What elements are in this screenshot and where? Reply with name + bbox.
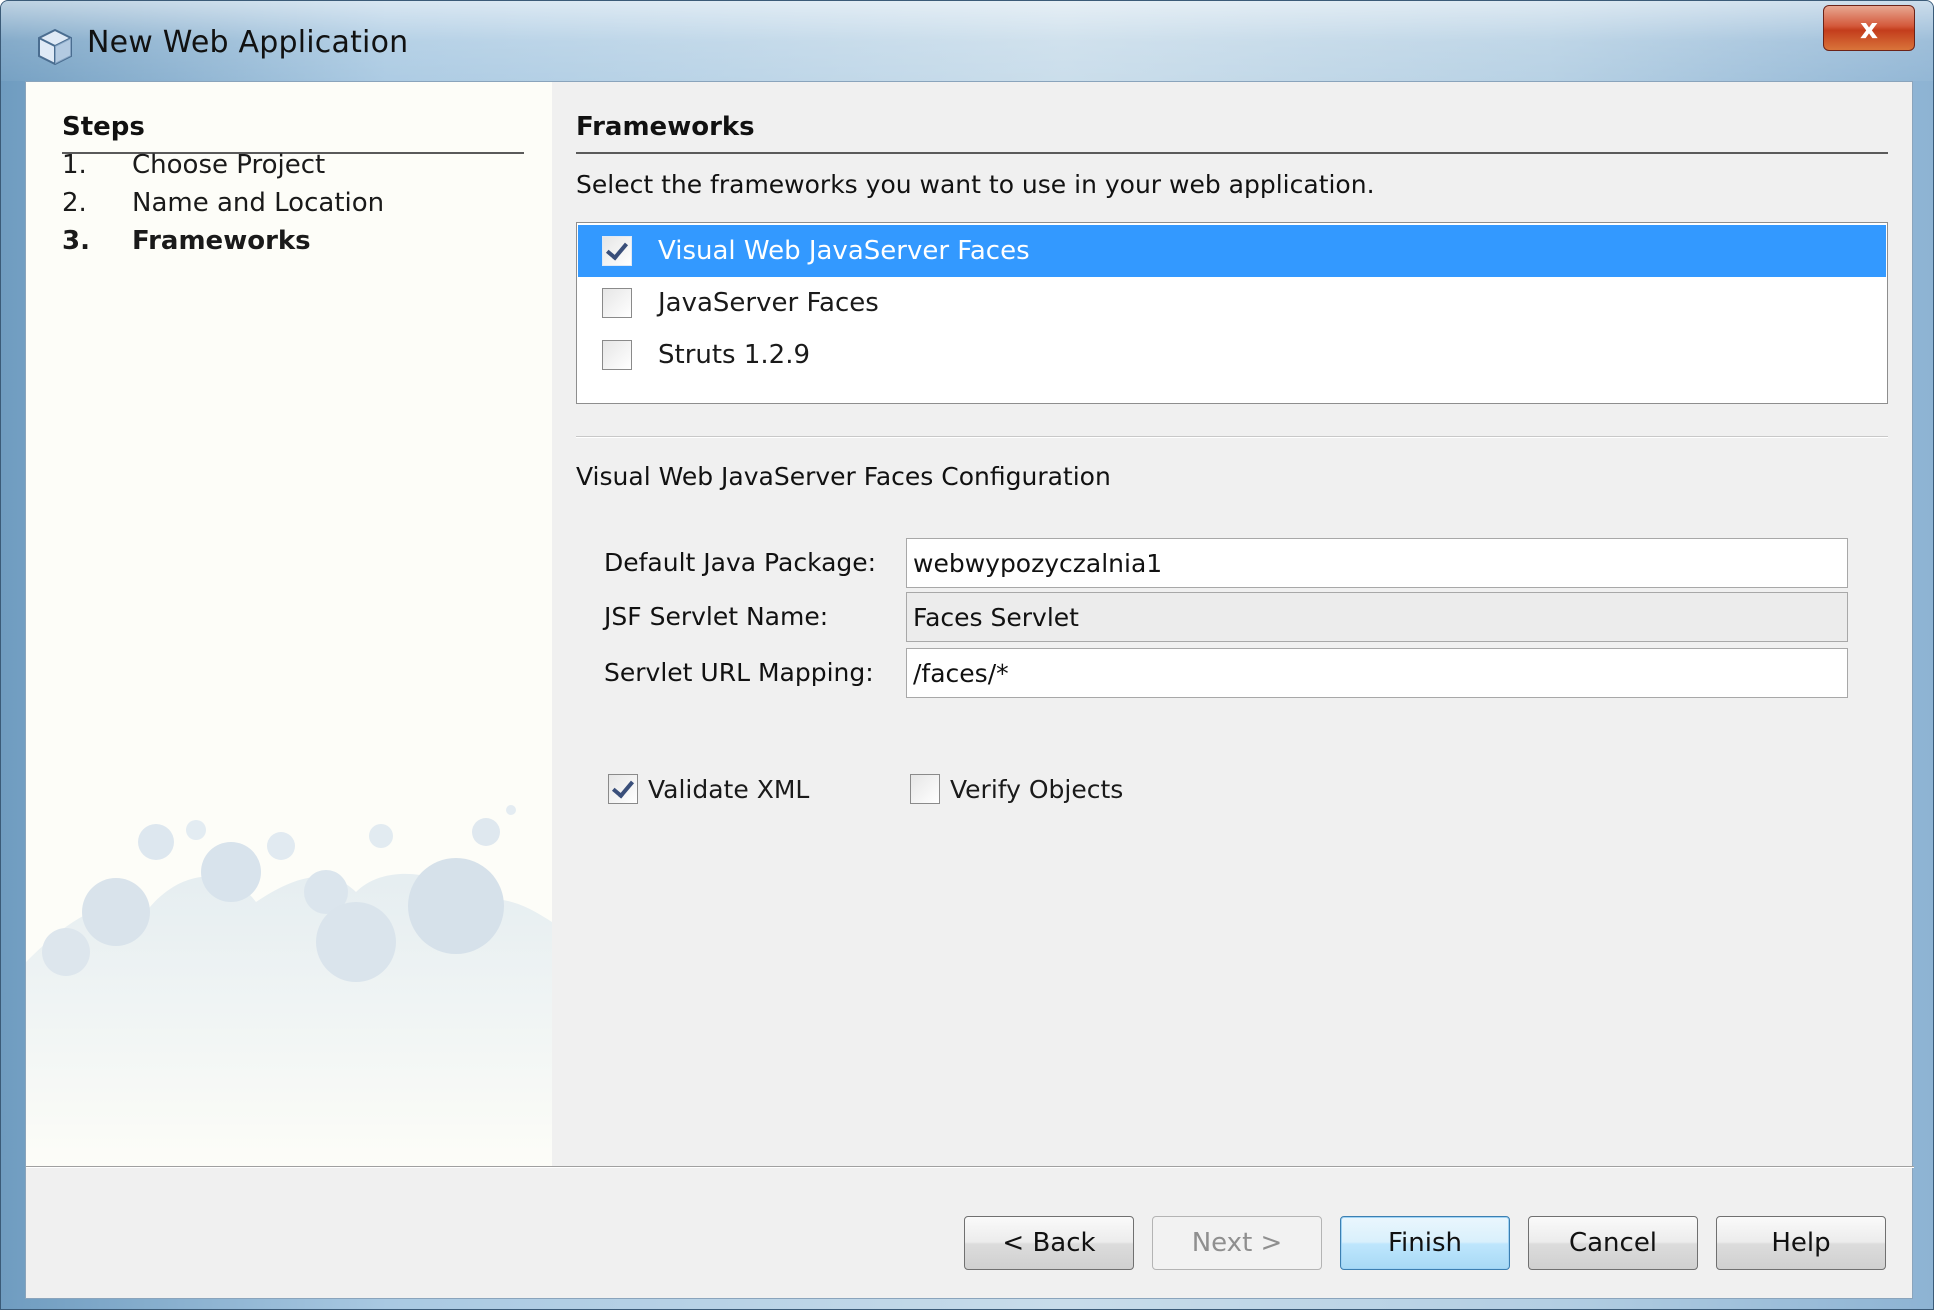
instructions-text: Select the frameworks you want to use in… [576, 170, 1375, 199]
finish-button[interactable]: Finish [1340, 1216, 1510, 1270]
default-package-input[interactable]: webwypozyczalnia1 [906, 538, 1848, 588]
step-label: Choose Project [132, 150, 326, 180]
step-name-and-location: 2. Name and Location [62, 188, 542, 228]
steps-title: Steps [62, 112, 145, 142]
checkbox[interactable] [608, 774, 638, 804]
section-divider [576, 152, 1888, 154]
title-bar[interactable]: New Web Application x [1, 1, 1933, 81]
dialog-client-area: Steps 1. Choose Project 2. Name and Loca… [25, 81, 1914, 1299]
section-title: Frameworks [576, 112, 755, 142]
window-title: New Web Application [87, 25, 409, 60]
step-label: Name and Location [132, 188, 385, 218]
url-mapping-input[interactable]: /faces/* [906, 648, 1848, 698]
verify-objects-label: Verify Objects [950, 774, 1124, 804]
verify-objects-checkbox[interactable]: Verify Objects [910, 774, 1123, 804]
framework-item-jsf[interactable]: JavaServer Faces [578, 277, 1886, 329]
frameworks-list[interactable]: Visual Web JavaServer Faces JavaServer F… [576, 222, 1888, 404]
cancel-button[interactable]: Cancel [1528, 1216, 1698, 1270]
netbeans-cube-icon [38, 28, 72, 66]
framework-label: JavaServer Faces [658, 288, 879, 318]
url-mapping-label: Servlet URL Mapping: [604, 658, 874, 687]
close-button[interactable]: x [1823, 5, 1915, 51]
framework-label: Struts 1.2.9 [658, 340, 811, 370]
validate-xml-checkbox[interactable]: Validate XML [608, 774, 809, 804]
step-number: 3. [62, 226, 90, 256]
close-icon: x [1859, 11, 1879, 45]
step-number: 1. [62, 150, 87, 180]
decorative-bubbles-graphic [26, 805, 552, 1166]
back-button[interactable]: < Back [964, 1216, 1134, 1270]
steps-panel: Steps 1. Choose Project 2. Name and Loca… [26, 82, 552, 1166]
dialog-window: New Web Application x Steps 1. Choose Pr… [0, 0, 1934, 1310]
step-frameworks: 3. Frameworks [62, 226, 542, 266]
help-button[interactable]: Help [1716, 1216, 1886, 1270]
section-separator [576, 436, 1888, 438]
framework-item-struts[interactable]: Struts 1.2.9 [578, 329, 1886, 381]
validate-xml-label: Validate XML [648, 774, 810, 804]
next-button[interactable]: Next > [1152, 1216, 1322, 1270]
checkbox[interactable] [910, 774, 940, 804]
config-section-title: Visual Web JavaServer Faces Configuratio… [576, 462, 1111, 491]
step-number: 2. [62, 188, 87, 218]
framework-item-visual-web-jsf[interactable]: Visual Web JavaServer Faces [578, 225, 1886, 277]
default-package-label: Default Java Package: [604, 548, 877, 577]
servlet-name-field: Faces Servlet [906, 592, 1848, 642]
button-bar-separator [26, 1166, 1914, 1168]
checkbox[interactable] [602, 288, 632, 318]
checkbox[interactable] [602, 340, 632, 370]
step-label: Frameworks [132, 226, 311, 256]
servlet-name-label: JSF Servlet Name: [604, 602, 829, 631]
framework-label: Visual Web JavaServer Faces [658, 236, 1030, 266]
step-choose-project: 1. Choose Project [62, 150, 542, 190]
checkbox[interactable] [602, 236, 632, 266]
